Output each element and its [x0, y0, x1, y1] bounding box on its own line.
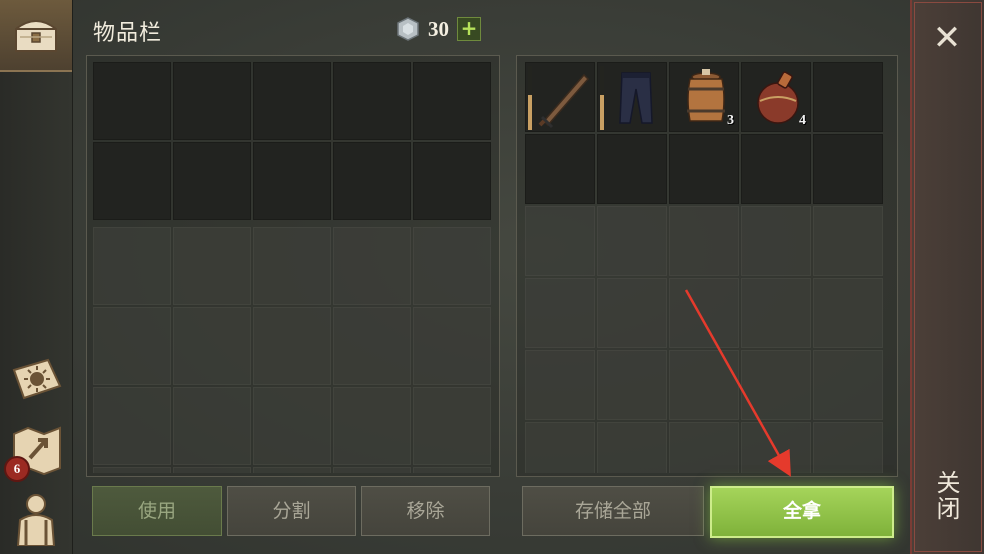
close-icon[interactable]: ✕ [924, 18, 970, 58]
sidebar-item-skills[interactable] [0, 350, 72, 410]
storage-slot-locked [669, 206, 739, 276]
character-icon [16, 494, 56, 546]
inventory-slot-locked [333, 227, 411, 305]
inventory-slot-locked [93, 227, 171, 305]
sidebar-item-inventory[interactable] [0, 0, 72, 72]
sun-book-icon [12, 358, 62, 400]
inventory-slot-locked [253, 467, 331, 473]
inventory-slot-locked [93, 467, 171, 473]
inventory-slot-locked [173, 307, 251, 385]
inventory-slot[interactable] [173, 62, 251, 140]
item-quantity: 4 [799, 113, 806, 128]
storage-slot-locked [525, 350, 595, 420]
storage-slot[interactable] [597, 134, 667, 204]
inventory-slot-locked [173, 387, 251, 465]
take-all-button[interactable]: 全拿 [710, 486, 894, 538]
inventory-slot-locked [413, 307, 491, 385]
currency-display: 30 + [396, 14, 481, 44]
inventory-slot-locked [413, 467, 491, 473]
inventory-slot-locked [253, 227, 331, 305]
storage-slot-locked [525, 278, 595, 348]
storage-slot-locked [669, 350, 739, 420]
inventory-grid-active [93, 62, 491, 220]
sidebar-item-character[interactable] [0, 486, 72, 554]
inventory-slot[interactable] [413, 142, 491, 220]
storage-slot-flask[interactable]: 4 [741, 62, 811, 132]
store-all-button[interactable]: 存储全部 [522, 486, 704, 536]
item-quantity: 3 [727, 113, 734, 128]
inventory-slot[interactable] [173, 142, 251, 220]
storage-slot[interactable] [813, 62, 883, 132]
storage-slot-locked [597, 350, 667, 420]
storage-slot[interactable] [669, 134, 739, 204]
storage-slot-locked [813, 422, 883, 473]
storage-grid-active: 3 4 [525, 62, 883, 204]
storage-slot-barrel[interactable]: 3 [669, 62, 739, 132]
storage-slot-locked [597, 278, 667, 348]
chest-icon [15, 20, 57, 52]
storage-slot-locked [597, 422, 667, 473]
close-panel[interactable]: ✕ 关闭 [910, 0, 984, 554]
pants-icon [619, 72, 653, 124]
inventory-slot[interactable] [93, 62, 171, 140]
storage-slot-locked [741, 278, 811, 348]
storage-slot-locked [813, 350, 883, 420]
storage-slot-locked [525, 422, 595, 473]
inventory-slot-locked [413, 387, 491, 465]
storage-slot-locked [813, 206, 883, 276]
inventory-slot-locked [333, 467, 411, 473]
inventory-slot-locked [413, 227, 491, 305]
storage-slot[interactable] [813, 134, 883, 204]
storage-slot[interactable] [741, 134, 811, 204]
inventory-slot[interactable] [93, 142, 171, 220]
inventory-slot-locked [333, 387, 411, 465]
storage-grid-locked [525, 206, 883, 473]
inventory-slot[interactable] [333, 62, 411, 140]
inventory-slot-locked [253, 387, 331, 465]
storage-slot-locked [741, 350, 811, 420]
inventory-slot-locked [93, 387, 171, 465]
sidebar: 6 [0, 0, 73, 554]
storage-slot[interactable] [525, 134, 595, 204]
page-title: 物品栏 [93, 21, 163, 46]
map-badge: 6 [4, 456, 30, 482]
inventory-slot[interactable] [253, 62, 331, 140]
gem-icon [397, 17, 419, 41]
storage-slot-locked [669, 422, 739, 473]
inventory-slot[interactable] [333, 142, 411, 220]
durability-bar [600, 66, 604, 130]
storage-slot-locked [525, 206, 595, 276]
inventory-slot-locked [93, 307, 171, 385]
close-button[interactable]: 关闭 [932, 470, 964, 522]
add-currency-button[interactable]: + [457, 17, 481, 41]
inventory-slot-locked [173, 467, 251, 473]
storage-slot-locked [813, 278, 883, 348]
storage-slot-locked [597, 206, 667, 276]
storage-slot-locked [741, 206, 811, 276]
inventory-slot-locked [173, 227, 251, 305]
inventory-slot[interactable] [413, 62, 491, 140]
durability-bar [528, 66, 532, 130]
storage-slot-pants[interactable] [597, 62, 667, 132]
use-button[interactable]: 使用 [92, 486, 222, 536]
storage-slot-locked [741, 422, 811, 473]
storage-slot-locked [669, 278, 739, 348]
inventory-slot[interactable] [253, 142, 331, 220]
inventory-grid-locked [93, 227, 491, 473]
sword-icon [538, 73, 590, 129]
inventory-slot-locked [333, 307, 411, 385]
remove-button[interactable]: 移除 [361, 486, 490, 536]
currency-value: 30 [428, 16, 449, 41]
inventory-slot-locked [253, 307, 331, 385]
storage-slot-sword[interactable] [525, 62, 595, 132]
split-button[interactable]: 分割 [227, 486, 356, 536]
